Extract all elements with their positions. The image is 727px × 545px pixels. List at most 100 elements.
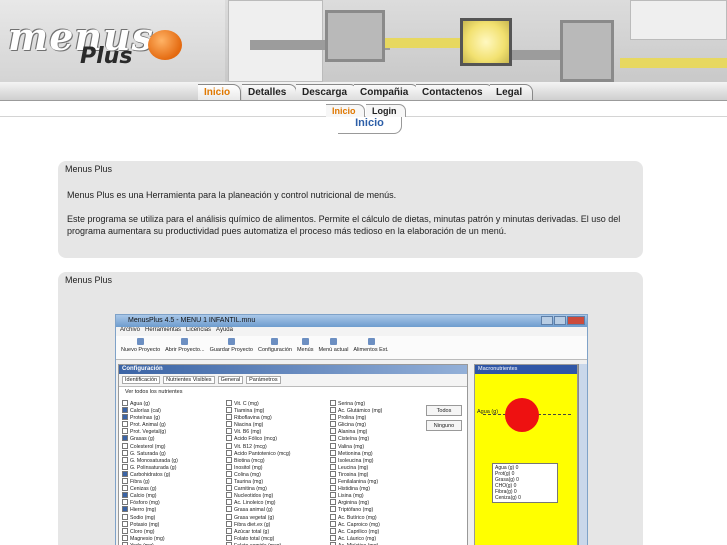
nutrient-option: Vit. C (mg)	[226, 400, 326, 407]
toolbar-button: Configuración	[257, 338, 293, 357]
config-tab: Identificación	[122, 376, 161, 384]
section-title: Inicio	[338, 117, 402, 134]
nutrient-option: Ac. Láurico (mg)	[330, 535, 430, 542]
select-all-button: Todos	[426, 405, 462, 416]
config-tab: Parámetros	[246, 376, 281, 384]
nutrient-option: Agua (g)	[122, 400, 222, 407]
toolbar-icon	[301, 338, 309, 345]
app-menu-item: Licencias	[186, 327, 212, 333]
nutrient-option: Inositol (mg)	[226, 464, 326, 471]
tab-detalles[interactable]: Detalles	[242, 84, 298, 100]
logo[interactable]: menus Plus	[0, 0, 225, 82]
nutrient-option: Ac. Linoleico (mg)	[226, 499, 326, 506]
config-tabs: Identificación Nutrientes Visibles General…	[119, 374, 467, 387]
toolbar-button: Menús	[296, 338, 315, 357]
nutrient-option: G. Saturada (g)	[122, 450, 222, 457]
nutrient-option: Alanina (mg)	[330, 428, 430, 435]
nutrient-option: G. Monosaturada (g)	[122, 457, 222, 464]
nutrient-option: Fósforo (mg)	[122, 499, 222, 506]
circuit-decoration	[630, 0, 727, 40]
see-all-checkbox: Ver todos los nutrientes	[125, 389, 183, 395]
toolbar-button: Nuevo Proyecto	[120, 338, 161, 357]
panel-heading: Menus Plus	[65, 164, 113, 174]
tab-contactenos[interactable]: Contactenos	[416, 84, 494, 100]
nutrient-option: Grasa vegetal (g)	[226, 514, 326, 521]
toolbar-icon	[271, 338, 279, 345]
nutrient-option: Folato total (mcg)	[226, 535, 326, 542]
toolbar-button: Alimentos Ext.	[352, 338, 389, 357]
nutrient-option: Prolina (mg)	[330, 414, 430, 421]
nutrient-option: Ac. Glutámico (mg)	[330, 407, 430, 414]
nutrient-option: Acido Pantotenico (mcg)	[226, 450, 326, 457]
toolbar-icon	[227, 338, 235, 345]
nutrient-option: Prot. Vegetal(g)	[122, 428, 222, 435]
toolbar-button: Abrir Proyecto...	[164, 338, 205, 357]
nutrient-option: Grasa animal (g)	[226, 506, 326, 513]
nutrient-option: Riboflavina (mg)	[226, 414, 326, 421]
intro-paragraph: Menus Plus es una Herramienta para la pl…	[67, 190, 397, 200]
circuit-trace-yellow	[385, 38, 460, 48]
nutrient-option: Ac. Caproico (mg)	[330, 521, 430, 528]
config-tab: Nutrientes Visibles	[163, 376, 215, 384]
nutrient-option: Hierro (mg)	[122, 506, 222, 513]
nutrient-option: Grasas (g)	[122, 435, 222, 442]
app-titlebar: MenusPlus 4.5 - MENU 1 INFANTIL.mnu	[116, 315, 587, 327]
nutrient-column-1: Agua (g) Calorías (cal) Proteínas (g) Prot.…	[122, 400, 222, 545]
maximize-icon	[554, 316, 566, 325]
nutrient-option: Lisina (mg)	[330, 492, 430, 499]
tab-legal[interactable]: Legal	[490, 84, 534, 100]
nutrient-option: Histidina (mg)	[330, 485, 430, 492]
app-title: MenusPlus 4.5 - MENU 1 INFANTIL.mnu	[128, 317, 256, 324]
header-banner: menus Plus	[0, 0, 727, 82]
nutrient-option: Acido Fólico (mcg)	[226, 435, 326, 442]
config-pane: Configuración Identificación Nutrientes V…	[118, 364, 468, 545]
toolbar-button: Guardar Proyecto	[209, 338, 254, 357]
toolbar-icon	[367, 338, 375, 345]
nutrient-option: Triptófano (mg)	[330, 506, 430, 513]
toolbar-button: Menú actual	[317, 338, 349, 357]
config-header: Configuración	[119, 365, 467, 374]
nutrient-column-2: Vit. C (mg) Tiamina (mg) Riboflavina (mg) N…	[226, 400, 326, 545]
nutrient-option: Cisteína (mg)	[330, 435, 430, 442]
subtab-login[interactable]: Login	[366, 104, 406, 117]
panel-heading: Menus Plus	[65, 275, 113, 285]
nutrient-option: Biotina (mcg)	[226, 457, 326, 464]
app-toolbar: Nuevo Proyecto Abrir Proyecto... Guardar P…	[116, 336, 587, 360]
nutrient-option: Cenizas (g)	[122, 485, 222, 492]
nutrient-option: Niacina (mg)	[226, 421, 326, 428]
nutrient-option: Fibra diet.ex (g)	[226, 521, 326, 528]
nutrient-columns: Agua (g) Calorías (cal) Proteínas (g) Prot.…	[122, 400, 430, 545]
tab-descarga[interactable]: Descarga	[296, 84, 359, 100]
legend-entry: Ceniza(g) 0	[495, 495, 521, 501]
intro-panel: Menus Plus Menus Plus es una Herramienta…	[58, 161, 643, 258]
nutrient-option: Vit. B12 (mcg)	[226, 443, 326, 450]
app-menu-item: Archivo	[120, 327, 141, 333]
nutrient-option: Ac. Caprilico (mg)	[330, 528, 430, 535]
nutrient-column-3: Serina (mg) Ac. Glutámico (mg) Prolina (mg…	[330, 400, 430, 545]
toolbar-icon	[137, 338, 145, 345]
nutrient-option: Ac. Butírico (mg)	[330, 514, 430, 521]
nutrient-option: Isoleucina (mg)	[330, 457, 430, 464]
app-screenshot: MenusPlus 4.5 - MENU 1 INFANTIL.mnu Arch…	[115, 314, 588, 545]
side-panel-strip	[578, 364, 587, 545]
chart-pane: Macronutrientes Agua (g) Agua (g) 0 Prot(…	[474, 364, 578, 545]
circuit-trace-yellow	[620, 58, 727, 68]
nutrient-option: Leucina (mg)	[330, 464, 430, 471]
nutrient-option: Glicina (mg)	[330, 421, 430, 428]
nutrient-option: Carbohidratos (g)	[122, 471, 222, 478]
macronutrient-dropdown: Macronutrientes	[475, 365, 577, 374]
nutrient-option: Serina (mg)	[330, 400, 430, 407]
orange-icon	[148, 30, 182, 60]
logo-word-plus: Plus	[80, 44, 133, 69]
tab-compania[interactable]: Compañia	[354, 84, 420, 100]
tab-inicio[interactable]: Inicio	[198, 84, 242, 100]
nutrient-option: Potasio (mg)	[122, 521, 222, 528]
subtab-inicio[interactable]: Inicio	[326, 104, 365, 117]
app-menu-item: Herramientas	[145, 327, 182, 333]
chart-legend: Agua (g) 0 Prot(g) 0 Grasa(g) 0 CHO(g) 0 Fib…	[492, 463, 558, 503]
minimize-icon	[541, 316, 553, 325]
nutrient-option: Valina (mg)	[330, 443, 430, 450]
circuit-chip	[560, 20, 614, 82]
nutrient-option: Taurina (mg)	[226, 478, 326, 485]
toolbar-icon	[329, 338, 337, 345]
